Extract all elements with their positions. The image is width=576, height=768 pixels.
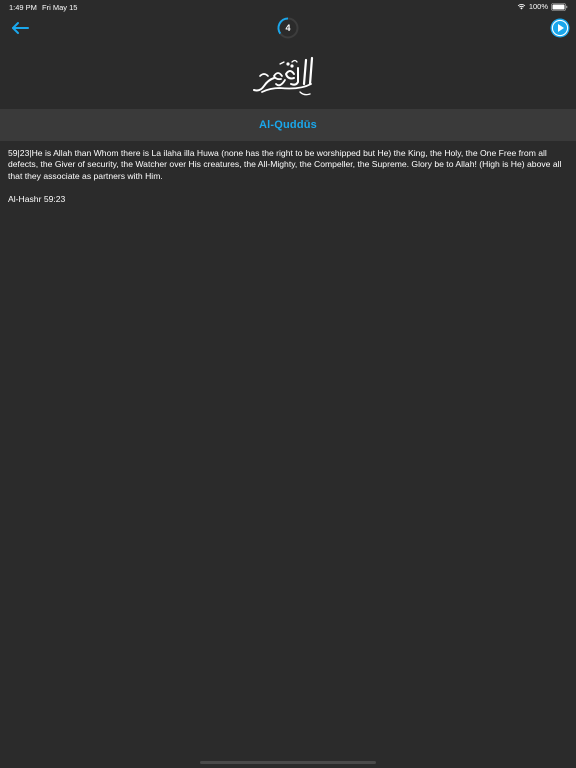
name-title: Al-Quddūs [258, 119, 317, 131]
play-circle-icon[interactable] [550, 18, 570, 38]
progress-number: 4 [285, 23, 291, 33]
status-time: 1:49 PM [9, 3, 37, 12]
arabic-calligraphy-icon [253, 56, 314, 96]
status-date: Fri May 15 [42, 3, 78, 12]
status-bar: 1:49 PM Fri May 15 100% [0, 0, 576, 14]
screen: 1:49 PM Fri May 15 100% 4 Al-Quddūs 59|2… [0, 0, 576, 768]
home-indicator[interactable] [200, 761, 376, 764]
battery-percent: 100% [528, 2, 548, 11]
wifi-icon [517, 4, 526, 10]
status-indicators: 100% [517, 2, 568, 11]
battery-icon [551, 2, 568, 11]
back-arrow-icon[interactable] [10, 20, 30, 36]
verse-reference: Al-Hashr 59:23 [8, 193, 66, 204]
progress-indicator: 4 [277, 17, 299, 39]
nav-bar: 4 [0, 14, 576, 44]
title-band: Al-Quddūs [0, 109, 576, 141]
verse-text: 59|23|He is Allah than Whom there is La … [8, 148, 562, 181]
content: 59|23|He is Allah than Whom there is La … [8, 148, 568, 205]
